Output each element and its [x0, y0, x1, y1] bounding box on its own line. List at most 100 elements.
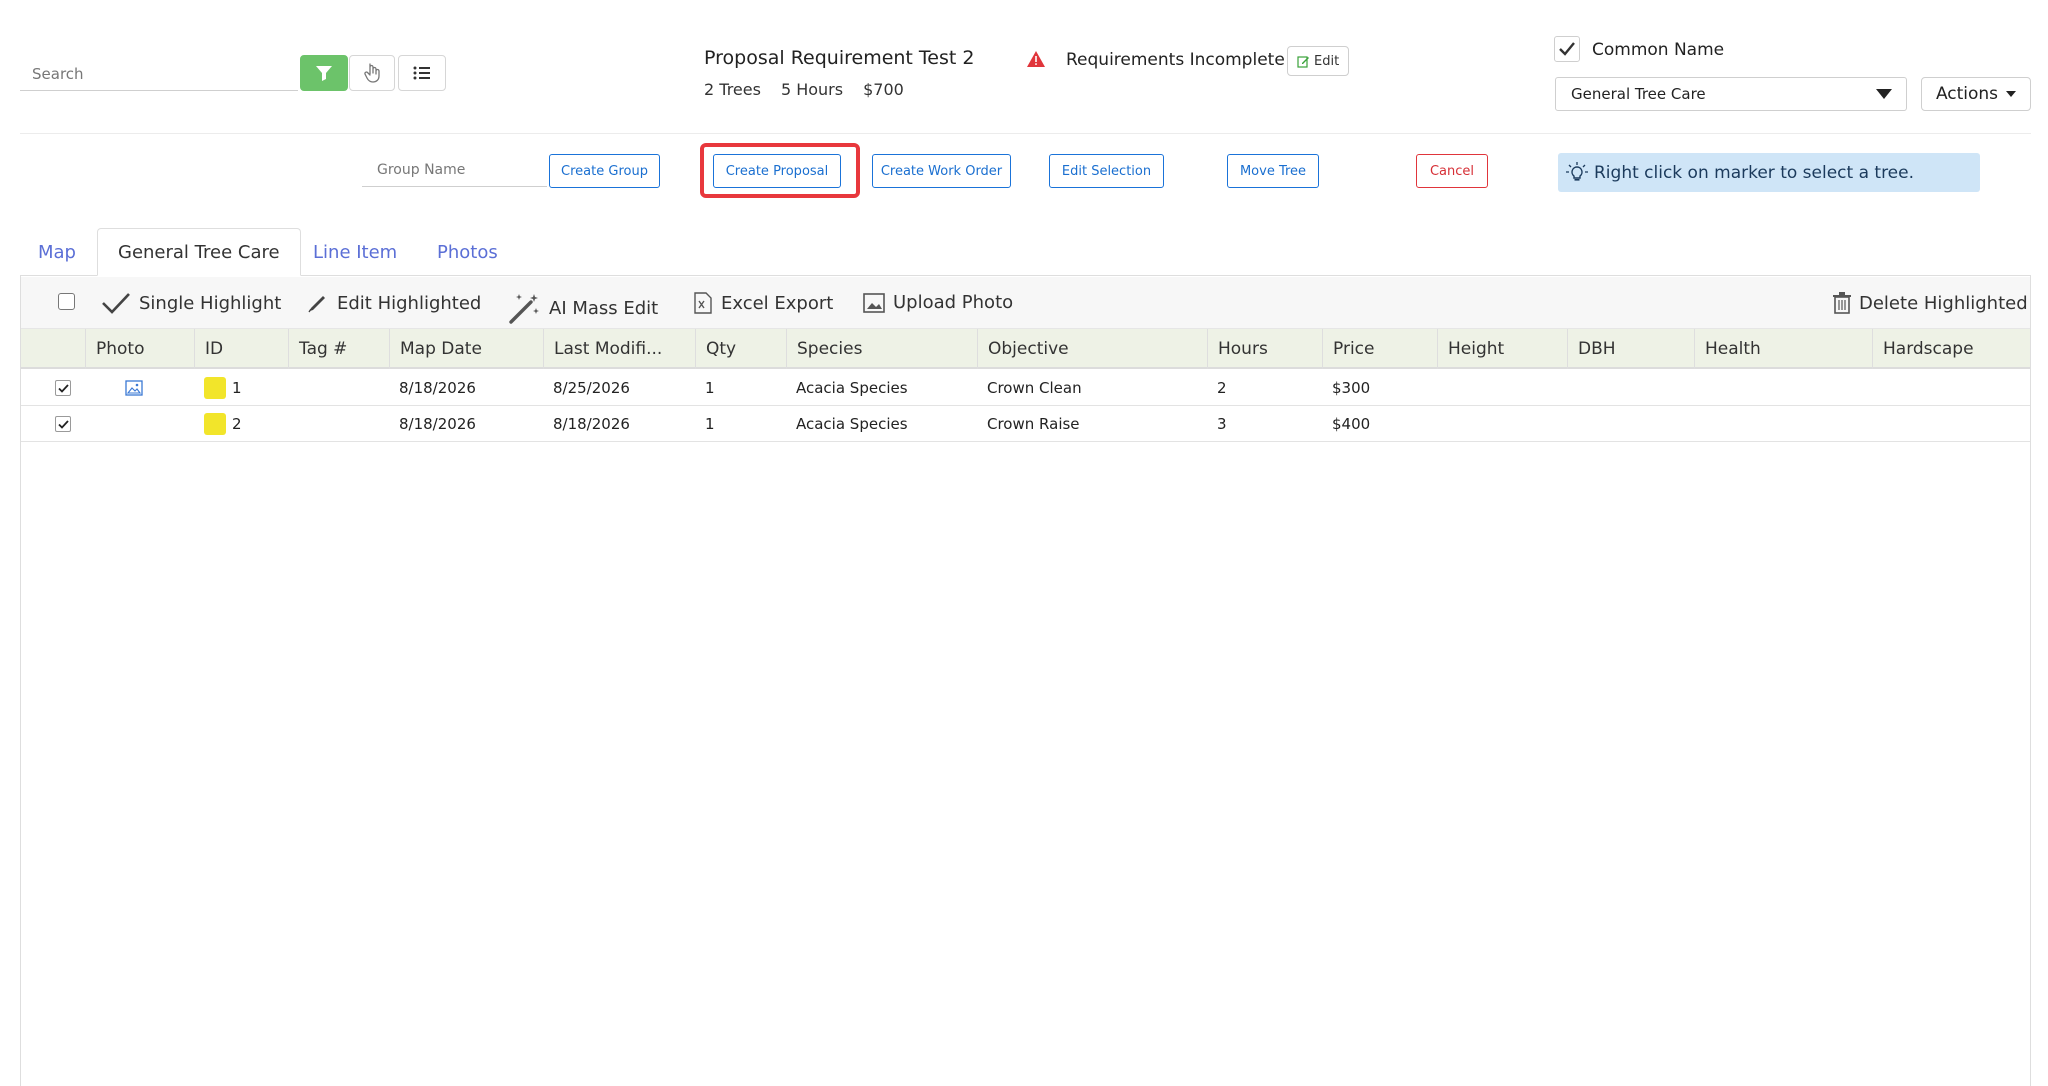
price-cell: $300: [1332, 379, 1371, 397]
tree-color-swatch: [204, 413, 226, 435]
select-mode-button[interactable]: [349, 55, 395, 91]
filter-button[interactable]: [300, 55, 348, 91]
tab-general-tree-care[interactable]: General Tree Care: [97, 228, 301, 276]
map-date-cell: 8/18/2026: [399, 379, 476, 397]
ai-mass-edit-label: AI Mass Edit: [549, 297, 659, 319]
grid-toolbar: Single Highlight Edit Highlighted AI Mas…: [21, 277, 2030, 329]
upload-photo-button[interactable]: Upload Photo: [863, 292, 1013, 313]
tab-map[interactable]: Map: [38, 228, 76, 276]
caret-down-icon: [2006, 91, 2017, 97]
trash-icon: [1833, 292, 1851, 314]
column-dbh[interactable]: DBH: [1567, 329, 1694, 369]
column-qty[interactable]: Qty: [695, 329, 786, 369]
column-map-date[interactable]: Map Date: [389, 329, 543, 369]
pen-icon: [308, 296, 325, 313]
column-health[interactable]: Health: [1694, 329, 1872, 369]
column-objective[interactable]: Objective: [977, 329, 1207, 369]
common-name-label: Common Name: [1592, 40, 1725, 60]
image-icon: [863, 292, 885, 313]
project-stats: 2 Trees 5 Hours $700: [704, 80, 904, 99]
column-hardscape[interactable]: Hardscape: [1872, 329, 2030, 369]
photo-cell[interactable]: [125, 370, 143, 406]
hours-cell: 2: [1217, 379, 1227, 397]
service-type-value: General Tree Care: [1571, 85, 1706, 103]
row-checkbox-cell[interactable]: [55, 370, 71, 406]
column-species[interactable]: Species: [786, 329, 977, 369]
checkmark-icon: [1559, 42, 1575, 56]
column-height[interactable]: Height: [1437, 329, 1567, 369]
select-all-checkbox-wrap[interactable]: [58, 293, 75, 310]
search-input[interactable]: [20, 58, 298, 90]
checkmark-icon: [102, 293, 130, 314]
table-row[interactable]: 1 8/18/2026 8/25/2026 1 Acacia Species C…: [21, 370, 2030, 406]
tree-color-swatch: [204, 377, 226, 399]
move-tree-button[interactable]: Move Tree: [1227, 154, 1319, 188]
search-field[interactable]: [20, 58, 298, 91]
edit-icon: [1297, 55, 1309, 68]
edit-highlighted-label: Edit Highlighted: [337, 292, 482, 314]
column-last-modified[interactable]: Last Modifi...: [543, 329, 695, 369]
column-price[interactable]: Price: [1322, 329, 1437, 369]
table-header: Photo ID Tag # Map Date Last Modifi... Q…: [21, 329, 2030, 369]
cancel-button[interactable]: Cancel: [1416, 154, 1488, 188]
row-checkbox[interactable]: [55, 380, 71, 396]
select-all-checkbox[interactable]: [58, 293, 75, 310]
list-icon: [413, 66, 430, 80]
image-icon[interactable]: [125, 380, 143, 396]
edit-selection-button[interactable]: Edit Selection: [1049, 154, 1164, 188]
map-date-cell: 8/18/2026: [399, 415, 476, 433]
service-type-select[interactable]: General Tree Care: [1555, 77, 1907, 111]
edit-highlighted-button[interactable]: Edit Highlighted: [307, 292, 481, 314]
column-id[interactable]: ID: [194, 329, 288, 369]
tab-photos[interactable]: Photos: [437, 228, 498, 276]
tree-id: 1: [232, 379, 242, 397]
warning-icon: [1027, 51, 1045, 67]
edit-requirements-button[interactable]: Edit: [1287, 46, 1350, 76]
edit-label: Edit: [1314, 53, 1340, 69]
table-row[interactable]: 2 8/18/2026 8/18/2026 1 Acacia Species C…: [21, 406, 2030, 442]
id-cell: 2: [194, 406, 242, 442]
row-checkbox-cell[interactable]: [55, 406, 71, 442]
project-title: Proposal Requirement Test 2: [704, 47, 975, 69]
create-group-button[interactable]: Create Group: [549, 154, 660, 188]
last-modified-cell: 8/25/2026: [553, 379, 630, 397]
tag-cell: [288, 406, 298, 442]
common-name-checkbox[interactable]: [1554, 36, 1580, 62]
price-cell: $400: [1332, 415, 1371, 433]
qty-cell: 1: [705, 415, 715, 433]
highlight-annotation: [700, 143, 860, 198]
delete-highlighted-label: Delete Highlighted: [1859, 292, 2028, 314]
tab-line-item[interactable]: Line Item: [313, 228, 397, 276]
single-highlight-label: Single Highlight: [139, 292, 282, 314]
magic-wand-icon: [509, 294, 539, 324]
create-work-order-button[interactable]: Create Work Order: [872, 154, 1011, 188]
list-view-button[interactable]: [398, 55, 446, 91]
excel-file-icon: [694, 292, 712, 314]
price-total: $700: [863, 80, 904, 99]
caret-down-icon: [1876, 89, 1892, 99]
header-divider: [20, 133, 2031, 134]
actions-label: Actions: [1935, 84, 1999, 104]
tag-cell: [288, 370, 298, 406]
tree-id: 2: [232, 415, 242, 433]
row-checkbox[interactable]: [55, 416, 71, 432]
column-photo[interactable]: Photo: [85, 329, 194, 369]
excel-export-button[interactable]: Excel Export: [693, 292, 833, 314]
group-name-input[interactable]: [362, 154, 547, 186]
objective-cell: Crown Clean: [987, 379, 1082, 397]
delete-highlighted-button[interactable]: Delete Highlighted: [1833, 292, 2028, 314]
qty-cell: 1: [705, 379, 715, 397]
hint-text: Right click on marker to select a tree.: [1594, 162, 1915, 183]
checkmark-icon: [57, 383, 69, 393]
hours-cell: 3: [1217, 415, 1227, 433]
single-highlight-button[interactable]: Single Highlight: [101, 292, 281, 314]
group-name-field[interactable]: [362, 154, 547, 187]
requirements-status: Requirements Incomplete: [1066, 50, 1285, 70]
hours-total: 5 Hours: [780, 80, 844, 99]
actions-dropdown-button[interactable]: Actions: [1921, 77, 2031, 111]
excel-export-label: Excel Export: [721, 292, 834, 314]
column-tag[interactable]: Tag #: [288, 329, 389, 369]
hand-pointer-icon: [364, 63, 380, 83]
ai-mass-edit-button[interactable]: AI Mass Edit: [507, 292, 658, 324]
column-hours[interactable]: Hours: [1207, 329, 1322, 369]
